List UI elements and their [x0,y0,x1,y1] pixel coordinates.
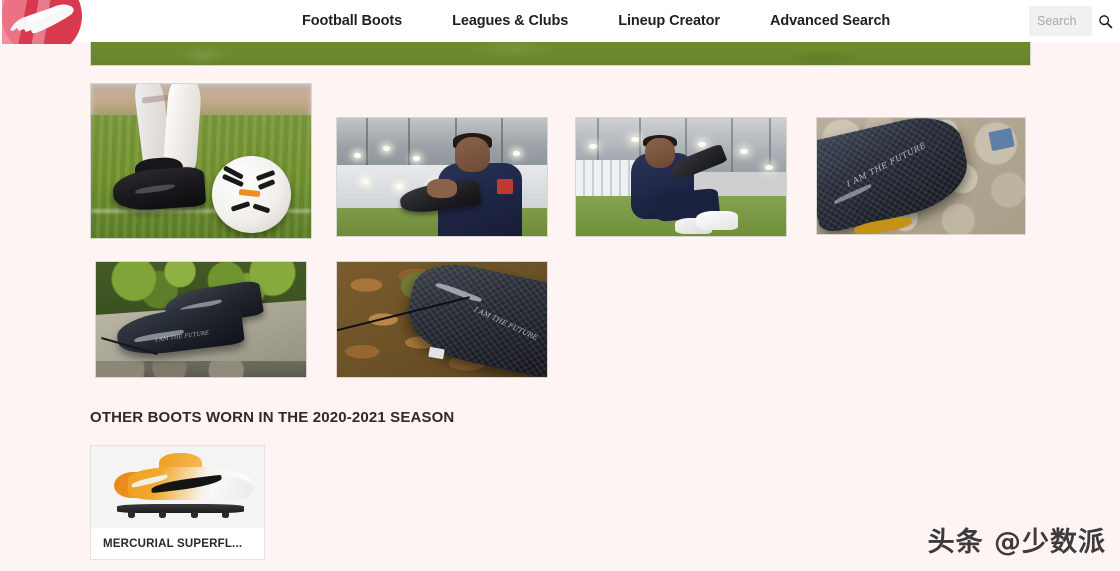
gallery-image-4[interactable]: I AM THE FUTURE [816,117,1026,235]
gallery-image-3-scene [576,118,786,236]
nav-item-lineup-creator[interactable]: Lineup Creator [593,0,745,42]
gallery-image-1[interactable] [90,83,312,239]
football-boot-logo-icon [2,0,82,44]
product-card-mercurial-superfly[interactable]: MERCURIAL SUPERFL... [90,445,265,560]
watermark: 头条 @少数派 [927,527,1106,558]
gallery-image-2-scene [337,118,547,236]
nav-item-football-boots[interactable]: Football Boots [290,0,427,42]
search-area [1029,6,1118,36]
search-button[interactable] [1092,6,1118,36]
nav-item-advanced-search[interactable]: Advanced Search [745,0,915,42]
main-navigation: Football Boots Leagues & Clubs Lineup Cr… [290,0,915,42]
gallery-image-5-scene: I AM THE FUTURE [96,262,306,377]
gallery-image-6-scene: I AM THE FUTURE [337,262,547,377]
site-logo[interactable] [2,0,86,44]
gallery-image-3[interactable] [575,117,787,237]
nav-item-leagues-clubs[interactable]: Leagues & Clubs [427,0,593,42]
gallery-image-4-scene: I AM THE FUTURE [817,118,1025,234]
search-icon [1098,14,1112,28]
gallery-image-1-scene [91,84,311,238]
site-header: Football Boots Leagues & Clubs Lineup Cr… [0,0,1120,44]
gallery-image-2[interactable] [336,117,548,237]
product-card-image [91,446,264,528]
mercurial-boot-illustration [108,453,253,518]
product-card-label: MERCURIAL SUPERFL... [91,528,264,559]
gallery-image-6[interactable]: I AM THE FUTURE [336,261,548,378]
gallery-image-5[interactable]: I AM THE FUTURE [95,261,307,378]
search-input[interactable] [1029,6,1092,36]
section-title-other-boots: OTHER BOOTS WORN IN THE 2020-2021 SEASON [90,409,455,426]
